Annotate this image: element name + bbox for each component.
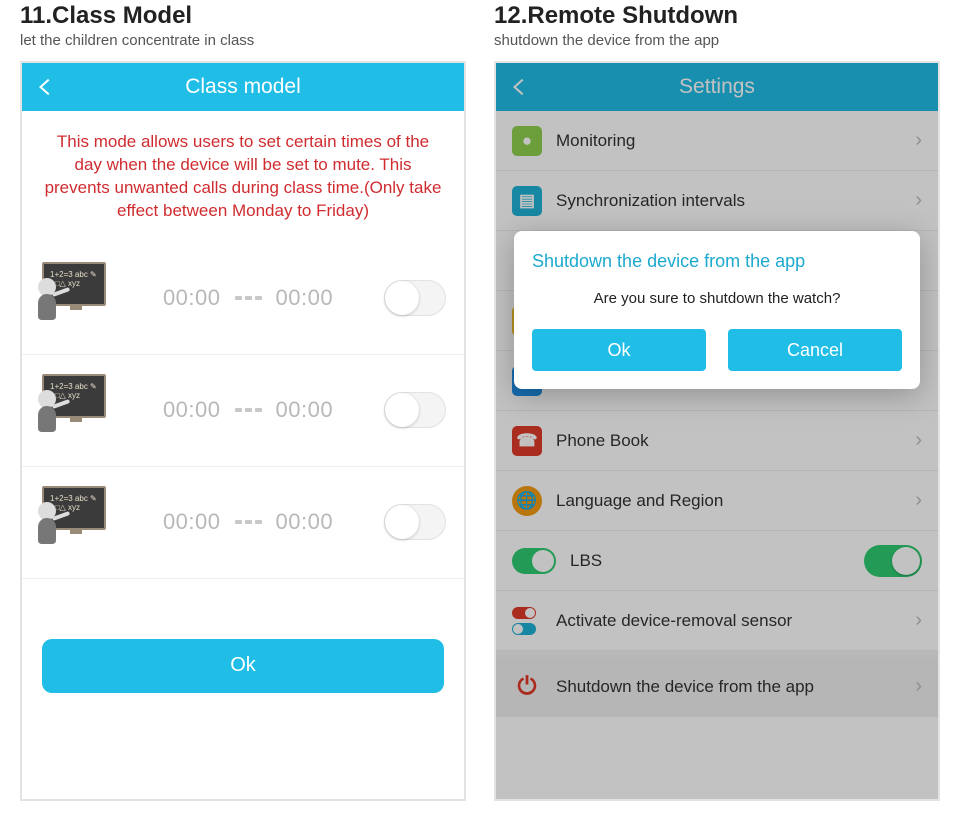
- row-sensor[interactable]: Activate device-removal sensor ›: [496, 591, 938, 651]
- slot2-toggle[interactable]: [384, 392, 446, 428]
- row-phonebook-label: Phone Book: [556, 431, 649, 451]
- row-lbs[interactable]: LBS: [496, 531, 938, 591]
- modal-ok-button[interactable]: Ok: [532, 329, 706, 371]
- ok-label: Ok: [230, 654, 256, 677]
- time-slot-1[interactable]: 1+2=3 abc ✎ ○□△ xyz 00:00 00:00: [22, 243, 464, 355]
- monitoring-icon: ●: [512, 126, 542, 156]
- section-12-title: Remote Shutdown: [527, 2, 738, 29]
- dash-icon: [235, 296, 262, 300]
- class-model-topbar: Class model: [22, 63, 464, 111]
- section-11-title: Class Model: [52, 2, 192, 29]
- settings-header: Settings: [496, 75, 938, 99]
- row-shutdown-label: Shutdown the device from the app: [556, 677, 814, 697]
- slot3-to: 00:00: [276, 509, 334, 535]
- sync-icon: ▤: [512, 186, 542, 216]
- modal-title: Shutdown the device from the app: [532, 251, 902, 272]
- arrow-left-icon: [35, 76, 57, 98]
- globe-icon: 🌐: [512, 486, 542, 516]
- dash-icon: [235, 408, 262, 412]
- chalkboard-icon: 1+2=3 abc ✎ ○□△ xyz: [36, 372, 112, 448]
- section-11-number: 11.: [20, 2, 52, 29]
- back-button[interactable]: [22, 63, 70, 111]
- shutdown-confirm-modal: Shutdown the device from the app Are you…: [514, 231, 920, 389]
- chevron-right-icon: ›: [915, 189, 922, 212]
- slot1-from: 00:00: [163, 285, 221, 311]
- section-12-subtitle: shutdown the device from the app: [494, 32, 940, 49]
- lbs-toggle[interactable]: [864, 545, 922, 577]
- time-slot-3[interactable]: 1+2=3 abc ✎ ○□△ xyz 00:00 00:00: [22, 467, 464, 579]
- slot1-toggle[interactable]: [384, 280, 446, 316]
- class-model-ok-button[interactable]: Ok: [42, 639, 444, 693]
- settings-topbar: Settings: [496, 63, 938, 111]
- chevron-right-icon: ›: [915, 429, 922, 452]
- chalkboard-icon: 1+2=3 abc ✎ ○□△ xyz: [36, 484, 112, 560]
- sensor-icon: [512, 606, 542, 636]
- chevron-right-icon: ›: [915, 609, 922, 632]
- section-11-subtitle: let the children concentrate in class: [20, 32, 466, 49]
- chevron-right-icon: ›: [915, 489, 922, 512]
- lbs-icon: [512, 548, 556, 574]
- modal-body: Are you sure to shutdown the watch?: [532, 290, 902, 307]
- time-slot-2[interactable]: 1+2=3 abc ✎ ○□△ xyz 00:00 00:00: [22, 355, 464, 467]
- row-sync[interactable]: ▤ Synchronization intervals ›: [496, 171, 938, 231]
- dash-icon: [235, 520, 262, 524]
- slot3-toggle[interactable]: [384, 504, 446, 540]
- phone-class-model: Class model This mode allows users to se…: [20, 61, 466, 801]
- slot2-to: 00:00: [276, 397, 334, 423]
- slot3-from: 00:00: [163, 509, 221, 535]
- class-model-description: This mode allows users to set certain ti…: [22, 111, 464, 243]
- row-phonebook[interactable]: ☎ Phone Book ›: [496, 411, 938, 471]
- modal-cancel-label: Cancel: [787, 340, 843, 361]
- row-language[interactable]: 🌐 Language and Region ›: [496, 471, 938, 531]
- arrow-left-icon: [509, 76, 531, 98]
- modal-cancel-button[interactable]: Cancel: [728, 329, 902, 371]
- row-language-label: Language and Region: [556, 491, 723, 511]
- section-12-number: 12.: [494, 2, 527, 29]
- phonebook-icon: ☎: [512, 426, 542, 456]
- row-shutdown[interactable]: ⏻ Shutdown the device from the app ›: [496, 657, 938, 717]
- phone-settings: Settings ● Monitoring › ▤ Synchronizatio…: [494, 61, 940, 801]
- row-monitoring-label: Monitoring: [556, 131, 635, 151]
- slot1-to: 00:00: [276, 285, 334, 311]
- modal-ok-label: Ok: [607, 340, 630, 361]
- chevron-right-icon: ›: [915, 129, 922, 152]
- row-sync-label: Synchronization intervals: [556, 191, 745, 211]
- chalkboard-icon: 1+2=3 abc ✎ ○□△ xyz: [36, 260, 112, 336]
- class-model-header: Class model: [22, 75, 464, 99]
- back-button[interactable]: [496, 63, 544, 111]
- row-lbs-label: LBS: [570, 551, 602, 571]
- slot2-from: 00:00: [163, 397, 221, 423]
- power-icon: ⏻: [512, 672, 542, 702]
- row-sensor-label: Activate device-removal sensor: [556, 611, 792, 631]
- row-monitoring[interactable]: ● Monitoring ›: [496, 111, 938, 171]
- chevron-right-icon: ›: [915, 675, 922, 698]
